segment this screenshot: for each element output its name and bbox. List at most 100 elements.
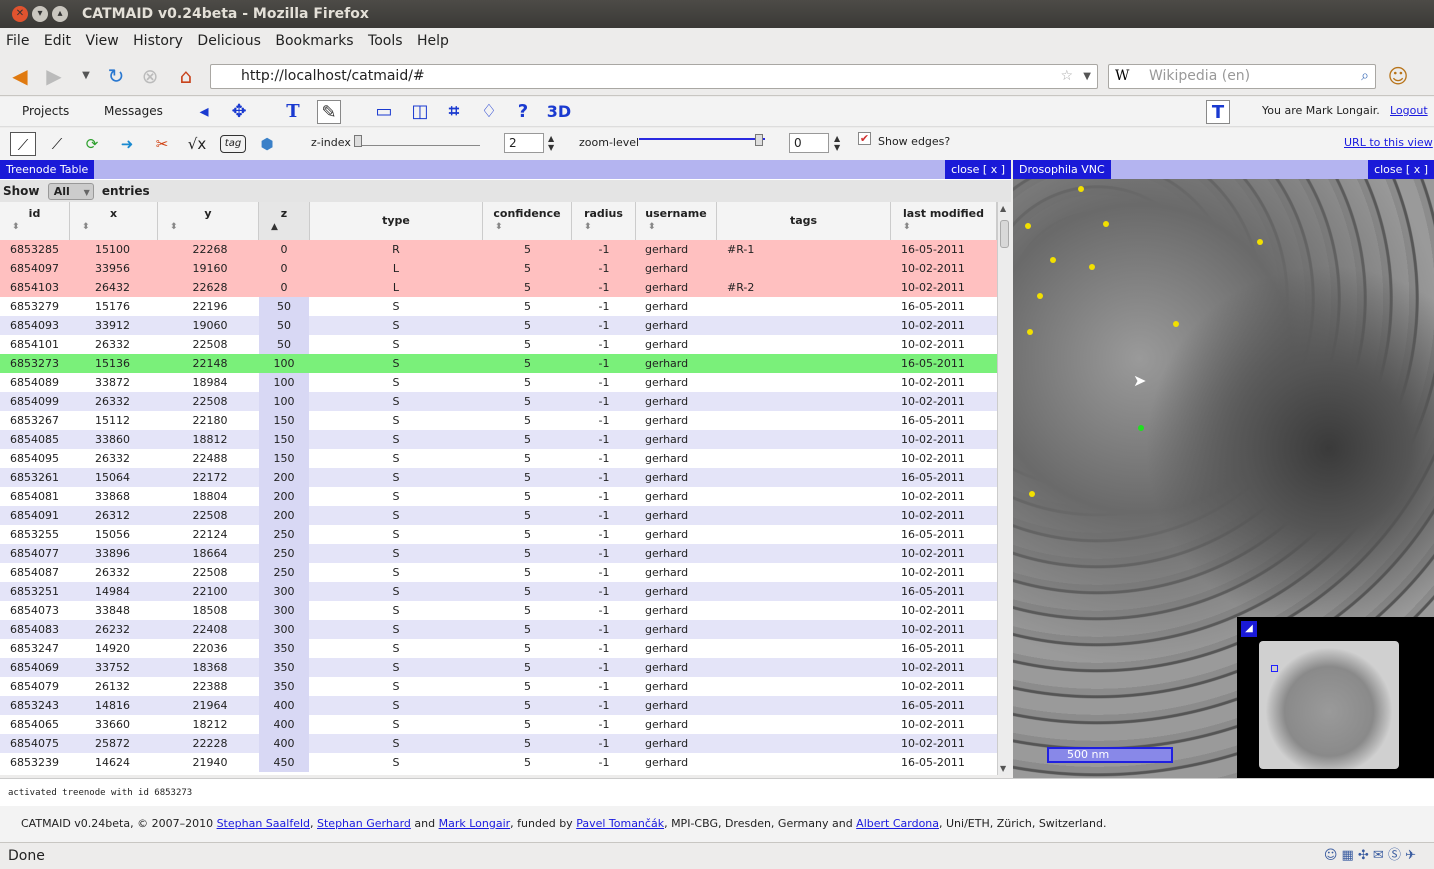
column-header-y[interactable]: y ⬍ xyxy=(158,202,259,240)
table-row[interactable]: 6854069 33752 18368 350 S 5 -1 gerhard 10-02-201… xyxy=(0,658,997,693)
messages-link[interactable]: Messages xyxy=(104,104,163,118)
table-row[interactable]: 6853273 15136 22148 100 S 5 -1 gerhard 16-05-201… xyxy=(0,354,997,389)
sqrt-icon[interactable]: √x xyxy=(184,132,210,156)
table-row[interactable]: 6854087 26332 22508 250 S 5 -1 gerhard 10-02-201… xyxy=(0,563,997,598)
treenode-marker[interactable] xyxy=(1050,257,1056,263)
table-row[interactable]: 6854101 26332 22508 50 S 5 -1 gerhard 10-02-2011… xyxy=(0,335,997,370)
synapse-tool-icon[interactable]: ⟋ xyxy=(44,132,70,156)
treenode-marker[interactable] xyxy=(1089,264,1095,270)
menu-edit[interactable]: Edit xyxy=(44,33,71,49)
table-row[interactable]: 6854077 33896 18664 250 S 5 -1 gerhard 10-02-201… xyxy=(0,544,997,579)
treenode-marker[interactable] xyxy=(1103,221,1109,227)
scroll-down-icon[interactable]: ▼ xyxy=(1000,764,1006,773)
trace-tool-icon[interactable]: ✎ xyxy=(317,100,341,124)
minimize-window-icon[interactable]: ▾ xyxy=(32,6,48,22)
treenode-marker[interactable] xyxy=(1027,329,1033,335)
show-edges-checkbox[interactable]: ✔ xyxy=(858,132,871,145)
treenode-marker[interactable] xyxy=(1078,186,1084,192)
menu-file[interactable]: File xyxy=(6,33,29,49)
projects-link[interactable]: Projects xyxy=(22,104,69,118)
scrollbar-thumb[interactable] xyxy=(1000,220,1009,248)
zoom-stepper-icon[interactable]: ▲ ▼ xyxy=(834,134,840,152)
minimap-viewport-marker[interactable] xyxy=(1271,665,1278,672)
zoom-slider[interactable] xyxy=(639,134,765,146)
bookmark-star-icon[interactable]: ☆ xyxy=(1060,65,1073,88)
move-tool-icon[interactable]: ✥ xyxy=(227,100,251,124)
url-bar[interactable]: http://localhost/catmaid/# ☆ ▼ xyxy=(210,64,1098,89)
table-row[interactable]: 6853255 15056 22124 250 S 5 -1 gerhard 16-05-201… xyxy=(0,525,997,560)
column-header-z[interactable]: z ▲ xyxy=(259,202,310,240)
reload-icon[interactable]: ↻ xyxy=(104,64,128,88)
search-engine-icon[interactable]: W xyxy=(1115,65,1129,88)
logout-link[interactable]: Logout xyxy=(1390,104,1428,117)
column-header-type[interactable]: type xyxy=(310,202,483,240)
hexagon-icon[interactable]: ⬢ xyxy=(254,132,280,156)
cut-icon[interactable]: ✂ xyxy=(149,132,175,156)
three-d-button[interactable]: 3D xyxy=(546,100,572,124)
author-link-gerhard[interactable]: Stephan Gerhard xyxy=(317,817,411,830)
table-row[interactable]: 6854093 33912 19060 50 S 5 -1 gerhard 10-02-2011… xyxy=(0,316,997,351)
forward-icon[interactable]: ▶ xyxy=(42,64,66,88)
tag-icon[interactable]: tag xyxy=(220,135,246,153)
table-row[interactable]: 6854097 33956 19160 0 L 5 -1 gerhard 10-02-2011 … xyxy=(0,259,997,294)
table-row[interactable]: 6854083 26232 22408 300 S 5 -1 gerhard 10-02-201… xyxy=(0,620,997,655)
column-header-radius[interactable]: radius ⬍ xyxy=(572,202,636,240)
table-scrollbar[interactable]: ▲ ▼ xyxy=(997,202,1011,775)
column-header-x[interactable]: x ⬍ xyxy=(70,202,158,240)
scroll-up-icon[interactable]: ▲ xyxy=(1000,204,1006,213)
text-tool-icon[interactable]: T xyxy=(281,100,305,124)
column-header-tags[interactable]: tags xyxy=(717,202,891,240)
table-row[interactable]: 6853267 15112 22180 150 S 5 -1 gerhard 16-05-201… xyxy=(0,411,997,446)
table-row[interactable]: 6854103 26432 22628 0 L 5 -1 gerhard #R-2 10-02-2… xyxy=(0,278,997,313)
display-tool-icon[interactable]: ◫ xyxy=(408,100,432,124)
text-label-icon[interactable]: T xyxy=(1206,100,1230,124)
treenode-marker[interactable] xyxy=(1257,239,1263,245)
skeleton-tool-icon[interactable]: ⟋ xyxy=(10,132,36,156)
table-row[interactable]: 6854065 33660 18212 400 S 5 -1 gerhard 10-02-201… xyxy=(0,715,997,750)
table-row[interactable]: 6854075 25872 22228 400 S 5 -1 gerhard 10-02-201… xyxy=(0,734,997,769)
treenode-table-close-button[interactable]: close [ x ] xyxy=(945,160,1011,179)
author-link-cardona[interactable]: Albert Cardona xyxy=(856,817,939,830)
zindex-stepper-icon[interactable]: ▲ ▼ xyxy=(548,134,554,152)
active-treenode-marker[interactable] xyxy=(1138,425,1144,431)
treenode-marker[interactable] xyxy=(1173,321,1179,327)
table-row[interactable]: 6854085 33860 18812 150 S 5 -1 gerhard 10-02-201… xyxy=(0,430,997,465)
refresh-icon[interactable]: ⟳ xyxy=(79,132,105,156)
column-header-confidence[interactable]: confidence ⬍ xyxy=(483,202,572,240)
menu-view[interactable]: View xyxy=(85,33,118,49)
zindex-slider-handle[interactable] xyxy=(354,135,362,147)
close-window-icon[interactable]: ✕ xyxy=(12,6,28,22)
table-row[interactable]: 6854089 33872 18984 100 S 5 -1 gerhard 10-02-201… xyxy=(0,373,997,408)
zoom-slider-handle[interactable] xyxy=(755,134,763,146)
funder-link-tomancak[interactable]: Pavel Tomančák xyxy=(576,817,664,830)
maximize-window-icon[interactable]: ▴ xyxy=(52,6,68,22)
table-row[interactable]: 6854091 26312 22508 200 S 5 -1 gerhard 10-02-201… xyxy=(0,506,997,541)
history-dropdown-icon[interactable]: ▼ xyxy=(74,64,98,88)
stats-tool-icon[interactable]: ♢ xyxy=(477,100,501,124)
tree-tool-icon[interactable]: ⌗ xyxy=(442,100,466,124)
table-row[interactable]: 6853285 15100 22268 0 R 5 -1 gerhard #R-1 16-05-2… xyxy=(0,240,997,275)
zindex-input[interactable]: 2 xyxy=(504,133,544,153)
menu-history[interactable]: History xyxy=(133,33,183,49)
treenode-marker[interactable] xyxy=(1025,223,1031,229)
table-row[interactable]: 6854099 26332 22508 100 S 5 -1 gerhard 10-02-201… xyxy=(0,392,997,427)
minimap-toggle-icon[interactable]: ◢ xyxy=(1241,621,1257,637)
arrow-right-icon[interactable]: ➜ xyxy=(114,132,140,156)
navigate-tool-icon[interactable]: ◂ xyxy=(192,100,216,124)
zindex-slider[interactable] xyxy=(354,135,480,147)
author-link-longair[interactable]: Mark Longair xyxy=(439,817,511,830)
menu-bookmarks[interactable]: Bookmarks xyxy=(275,33,353,49)
treenode-marker[interactable] xyxy=(1029,491,1035,497)
table-row[interactable]: 6853239 14624 21940 450 S 5 -1 gerhard 16-05-201… xyxy=(0,753,997,772)
table-row[interactable]: 6854079 26132 22388 350 S 5 -1 gerhard 10-02-201… xyxy=(0,677,997,712)
url-to-view-link[interactable]: URL to this view xyxy=(1344,136,1433,149)
window-tool-icon[interactable]: ▭ xyxy=(372,100,396,124)
author-link-saalfeld[interactable]: Stephan Saalfeld xyxy=(217,817,310,830)
menu-help[interactable]: Help xyxy=(417,33,449,49)
table-row[interactable]: 6853279 15176 22196 50 S 5 -1 gerhard 16-05-2011… xyxy=(0,297,997,332)
table-row[interactable]: 6853261 15064 22172 200 S 5 -1 gerhard 16-05-201… xyxy=(0,468,997,503)
column-header-last-modified[interactable]: last modified ⬍ xyxy=(891,202,997,240)
help-tool-icon[interactable]: ? xyxy=(511,100,535,124)
table-row[interactable]: 6854095 26332 22488 150 S 5 -1 gerhard 10-02-201… xyxy=(0,449,997,484)
overview-minimap[interactable]: ◢ xyxy=(1237,617,1434,778)
